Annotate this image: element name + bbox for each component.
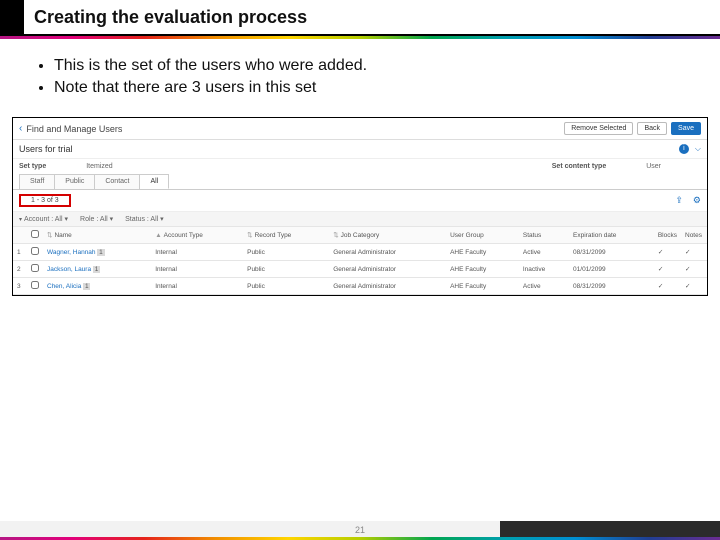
- table-header-row: ⇅Name ▲Account Type ⇅Record Type ⇅Job Ca…: [13, 227, 707, 244]
- col-expiration: Expiration date: [569, 227, 654, 244]
- check-icon: ✓: [681, 244, 707, 261]
- title-accent-block: [0, 0, 24, 34]
- col-status: Status: [519, 227, 569, 244]
- col-job-category[interactable]: ⇅Job Category: [329, 227, 446, 244]
- filter-account[interactable]: ▾Account : All ▾: [19, 215, 68, 223]
- tab-bar: Staff Public Contact All: [19, 174, 707, 189]
- column-filters: ▾Account : All ▾ Role : All ▾ Status : A…: [13, 212, 707, 227]
- tab-all[interactable]: All: [140, 174, 169, 189]
- row-checkbox[interactable]: [27, 261, 43, 278]
- table-row: 2 Jackson, Laura 1 Internal Public Gener…: [13, 261, 707, 278]
- remove-selected-button[interactable]: Remove Selected: [564, 122, 633, 135]
- chevron-down-icon: ▾: [19, 217, 22, 223]
- col-name[interactable]: ⇅Name: [43, 227, 151, 244]
- col-user-group: User Group: [446, 227, 519, 244]
- select-all-checkbox[interactable]: [27, 227, 43, 244]
- set-title: Users for trial: [19, 144, 73, 154]
- save-button[interactable]: Save: [671, 122, 701, 135]
- set-type-label: Set type: [19, 163, 46, 170]
- tab-contact[interactable]: Contact: [95, 174, 140, 189]
- col-record-type[interactable]: ⇅Record Type: [243, 227, 329, 244]
- chevron-down-icon[interactable]: ⌵: [695, 144, 701, 154]
- row-checkbox[interactable]: [27, 244, 43, 261]
- content-type-label: Set content type: [552, 163, 606, 170]
- slide-bullets: This is the set of the users who were ad…: [0, 39, 720, 111]
- slide-title: Creating the evaluation process: [24, 0, 317, 34]
- footer-dark-bar: [500, 521, 720, 537]
- user-badge: 1: [97, 249, 104, 256]
- check-icon: ✓: [654, 278, 681, 295]
- users-table: ⇅Name ▲Account Type ⇅Record Type ⇅Job Ca…: [13, 227, 707, 295]
- filter-role[interactable]: Role : All ▾: [80, 215, 113, 223]
- user-link[interactable]: Jackson, Laura: [47, 266, 91, 273]
- back-button[interactable]: Back: [637, 122, 667, 135]
- check-icon: ✓: [654, 261, 681, 278]
- user-link[interactable]: Wagner, Hannah: [47, 249, 96, 256]
- slide-footer: 21: [0, 520, 720, 540]
- bullet-2: Note that there are 3 users in this set: [54, 79, 684, 97]
- col-notes: Notes: [681, 227, 707, 244]
- filter-status[interactable]: Status : All ▾: [125, 215, 164, 223]
- footer-light-bar: [0, 521, 500, 537]
- app-screenshot: ‹ Find and Manage Users Remove Selected …: [12, 117, 708, 296]
- gear-icon[interactable]: ⚙: [693, 195, 701, 206]
- check-icon: ✓: [681, 261, 707, 278]
- set-type-value: Itemized: [86, 163, 112, 170]
- col-blocks: Blocks: [654, 227, 681, 244]
- col-account-type[interactable]: ▲Account Type: [151, 227, 243, 244]
- check-icon: ✓: [654, 244, 681, 261]
- table-row: 1 Wagner, Hannah 1 Internal Public Gener…: [13, 244, 707, 261]
- page-number: 21: [355, 525, 365, 535]
- check-icon: ✓: [681, 278, 707, 295]
- row-checkbox[interactable]: [27, 278, 43, 295]
- table-row: 3 Chen, Alicia 1 Internal Public General…: [13, 278, 707, 295]
- slide-title-bar: Creating the evaluation process: [0, 0, 720, 36]
- tab-public[interactable]: Public: [55, 174, 95, 189]
- back-chevron-icon[interactable]: ‹: [19, 123, 22, 134]
- user-badge: 1: [83, 283, 90, 290]
- user-link[interactable]: Chen, Alicia: [47, 283, 81, 290]
- page-title: Find and Manage Users: [26, 124, 122, 134]
- result-count: 1 - 3 of 3: [19, 194, 71, 207]
- export-icon[interactable]: ⇪: [675, 195, 683, 206]
- content-type-value: User: [646, 163, 661, 170]
- bullet-1: This is the set of the users who were ad…: [54, 57, 684, 75]
- user-badge: 1: [93, 266, 100, 273]
- tab-staff[interactable]: Staff: [19, 174, 55, 189]
- info-icon[interactable]: i: [679, 144, 689, 154]
